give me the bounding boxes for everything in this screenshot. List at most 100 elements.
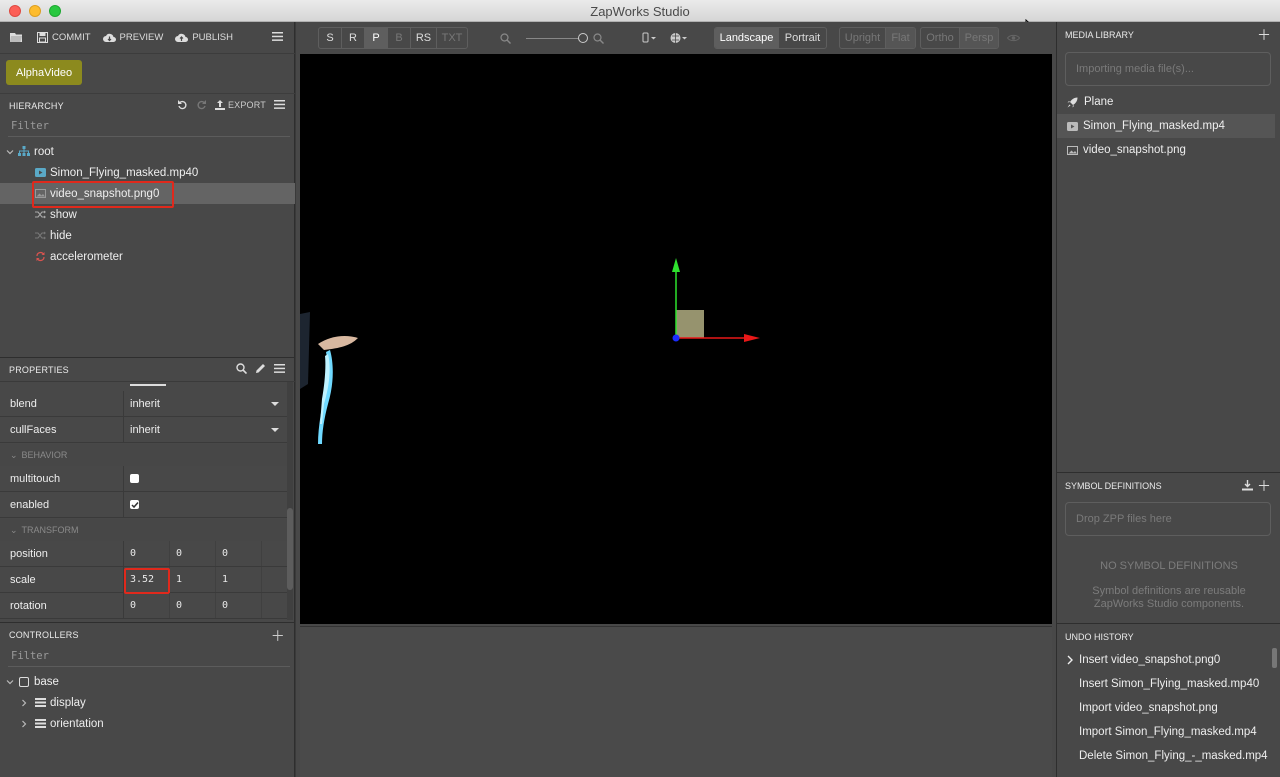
menu-icon[interactable] [274,364,285,373]
add-symbol-button[interactable]: ＋ [1257,476,1271,496]
position-y-input[interactable]: 0 [170,541,216,566]
zoom-slider-handle[interactable] [578,33,588,43]
multitouch-checkbox[interactable] [130,474,139,483]
chevron-right-icon[interactable] [20,720,28,728]
tree-root[interactable]: root [0,141,295,162]
preview-label: PREVIEW [119,32,164,43]
mode-s-button[interactable]: S [319,28,342,48]
transform-section[interactable]: ⌄ TRANSFORM [0,519,287,541]
chevron-down-icon[interactable] [6,678,14,686]
undo-icon[interactable] [177,99,188,110]
prop-label: rotation [0,593,124,618]
globe-dropdown-icon[interactable] [670,32,689,44]
rocket-icon [1067,97,1078,107]
add-controller-button[interactable]: ＋ [271,626,285,646]
controller-orientation[interactable]: orientation [0,713,295,734]
device-dropdown-icon[interactable] [642,32,658,44]
timeline-panel[interactable] [300,626,1052,777]
rotation-z-input[interactable]: 0 [216,593,262,618]
flat-button[interactable]: Flat [886,28,915,48]
history-scrollbar-thumb[interactable] [1272,648,1277,668]
chevron-right-icon[interactable] [20,699,28,707]
blend-select[interactable]: inherit [124,391,287,416]
media-item-video-snapshot[interactable]: video_snapshot.png [1057,138,1275,162]
zoom-slider[interactable] [526,38,584,39]
gizmo-plane-handle[interactable] [676,310,704,338]
menu-icon[interactable] [274,100,285,109]
scale-z-input[interactable]: 1 [216,567,262,592]
download-icon[interactable] [1242,480,1253,491]
cullfaces-select[interactable]: inherit [124,417,287,442]
history-item[interactable]: Insert Simon_Flying_masked.mp40 [1057,672,1273,696]
no-symbols-description: Symbol definitions are reusable ZapWorks… [1092,585,1246,610]
landscape-button[interactable]: Landscape [715,28,779,48]
controller-display[interactable]: display [0,692,295,713]
project-name-button[interactable]: AlphaVideo [6,60,83,85]
zoom-in-icon[interactable] [593,33,604,44]
symbol-drop-zone[interactable]: Drop ZPP files here [1065,502,1271,536]
search-icon[interactable] [236,363,247,374]
tree-item-hide[interactable]: hide [0,225,295,246]
media-item-plane[interactable]: Plane [1057,90,1275,114]
upright-button[interactable]: Upright [840,28,886,48]
no-symbols-title: NO SYMBOL DEFINITIONS [1100,560,1238,572]
controllers-filter-input[interactable]: Filter [8,647,290,667]
enabled-checkbox[interactable] [130,500,139,509]
history-item[interactable]: Delete Simon_Flying_-_masked.mp4 [1057,744,1273,768]
3d-viewport[interactable] [300,54,1052,624]
publish-button[interactable]: PUBLISH [175,32,233,43]
video-icon [1067,121,1078,131]
media-item-simon-video[interactable]: Simon_Flying_masked.mp4 [1057,114,1275,138]
media-item-label: Simon_Flying_masked.mp4 [1083,120,1225,132]
add-media-button[interactable]: ＋ [1257,25,1271,45]
gizmo-y-arrow[interactable] [672,258,680,272]
gizmo-x-arrow[interactable] [744,334,760,342]
zoom-out-icon[interactable] [500,33,511,44]
transform-gizmo[interactable] [672,258,760,342]
history-item[interactable]: Import video_snapshot.png [1057,696,1273,720]
tree-item-simon-video[interactable]: Simon_Flying_masked.mp40 [0,162,295,183]
portrait-button[interactable]: Portrait [779,28,826,48]
mode-txt-button[interactable]: TXT [437,28,467,48]
persp-button[interactable]: Persp [960,28,998,48]
preview-button[interactable]: PREVIEW [102,32,164,43]
redo-icon[interactable] [196,99,207,110]
properties-scrollbar-thumb[interactable] [287,508,293,590]
symbol-definitions-header: SYMBOL DEFINITIONS ＋ [1057,473,1280,499]
commit-button[interactable]: COMMIT [37,32,91,43]
media-library-header: MEDIA LIBRARY ＋ [1057,22,1280,48]
controller-label: display [50,696,86,709]
open-folder-button[interactable] [10,32,23,43]
properties-title: PROPERTIES [9,364,69,375]
gizmo-z-handle[interactable] [672,334,680,342]
edit-icon[interactable] [255,363,266,374]
history-item[interactable]: Import Simon_Flying_masked.mp4 [1057,720,1273,744]
tree-item-accelerometer[interactable]: accelerometer [0,246,295,267]
controller-base[interactable]: base [0,671,295,692]
right-column: MEDIA LIBRARY ＋ Importing media file(s).… [1056,22,1280,777]
rotation-y-input[interactable]: 0 [170,593,216,618]
export-button[interactable]: EXPORT [214,99,266,110]
eye-icon[interactable] [1007,34,1020,42]
hierarchy-filter-input[interactable]: Filter [8,117,290,137]
position-z-input[interactable]: 0 [216,541,262,566]
mode-rs-button[interactable]: RS [411,28,437,48]
media-item-label: Plane [1084,96,1114,108]
menu-icon[interactable] [272,32,283,41]
cloud-download-icon [102,33,116,42]
history-item[interactable]: Insert video_snapshot.png0 [1057,648,1273,672]
position-x-input[interactable]: 0 [124,541,170,566]
list-icon [34,697,46,709]
behavior-section[interactable]: ⌄ BEHAVIOR [0,444,287,466]
select-value: inherit [130,397,160,410]
scale-y-input[interactable]: 1 [170,567,216,592]
mode-r-button[interactable]: R [342,28,365,48]
tree-item-show[interactable]: show [0,204,295,225]
ortho-button[interactable]: Ortho [921,28,960,48]
mode-p-button[interactable]: P [365,28,388,48]
chevron-down-icon: ⌄ [10,524,18,535]
mode-b-button[interactable]: B [388,28,411,48]
rotation-x-input[interactable]: 0 [124,593,170,618]
main-toolbar: COMMIT PREVIEW PUBLISH [0,22,295,54]
chevron-down-icon[interactable] [6,148,14,156]
